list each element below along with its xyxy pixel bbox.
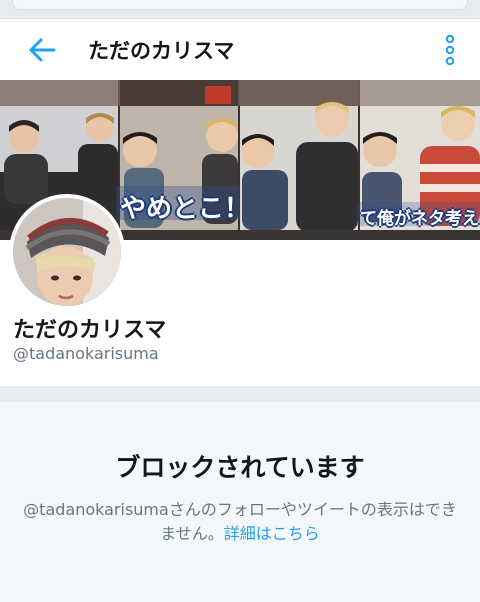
search-bar-remnant [12,0,468,10]
blocked-notice: ブロックされています @tadanokarisumaさんのフォローやツイートの表… [0,402,480,602]
blocked-title: ブロックされています [115,453,365,482]
banner-caption-right: て俺がネタ考え [360,209,479,229]
arrow-left-icon [29,38,56,62]
banner-caption-left: やめとこ！ [120,194,251,224]
top-strip [0,0,480,18]
page-title: ただのカリスマ [88,39,235,63]
vertical-ellipsis-icon [445,34,455,66]
blocked-description-block: @tadanokarisumaさんのフォローやツイートの表示はできません。詳細は… [20,498,460,546]
avatar-photo [13,198,121,306]
section-divider [0,386,480,402]
profile-handle: @tadanokarisuma [13,344,159,363]
more-options-button[interactable] [438,33,462,67]
avatar[interactable] [9,194,125,310]
nav-bar: ただのカリスマ [0,18,480,81]
learn-more-link[interactable]: 詳細はこちら [224,524,320,543]
back-button[interactable] [24,35,58,65]
profile-name: ただのカリスマ [13,318,167,343]
